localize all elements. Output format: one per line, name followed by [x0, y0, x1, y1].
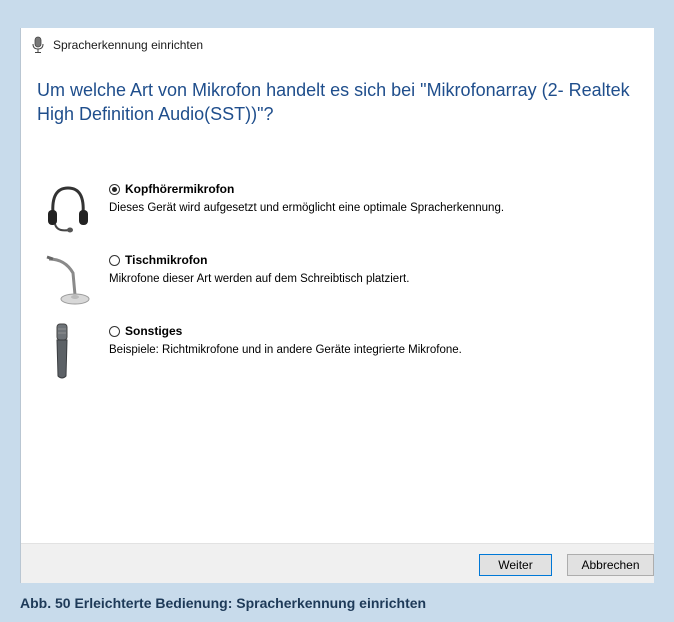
- figure-caption: Abb. 50 Erleichterte Bedienung: Spracher…: [20, 595, 427, 611]
- microphone-icon: [32, 36, 44, 53]
- option-other-label[interactable]: Sonstiges: [109, 324, 182, 338]
- option-other[interactable]: Sonstiges Beispiele: Richtmikrofone und …: [21, 322, 654, 392]
- handheld-microphone-icon: [56, 323, 68, 379]
- radio-other[interactable]: [109, 325, 120, 337]
- window-title: Spracherkennung einrichten: [53, 38, 204, 52]
- option-other-description: Beispiele: Richtmikrofone und in andere …: [109, 344, 462, 356]
- radio-desk-microphone[interactable]: [109, 254, 120, 266]
- desk-microphone-icon: [46, 255, 90, 305]
- question-heading: Um welche Art von Mikrofon handelt es si…: [37, 80, 630, 124]
- radio-headset[interactable]: [109, 183, 120, 195]
- option-headset-description: Dieses Gerät wird aufgesetzt und ermögli…: [109, 202, 505, 214]
- option-headset-label[interactable]: Kopfhörermikrofon: [109, 182, 234, 196]
- option-headset[interactable]: Kopfhörermikrofon Dieses Gerät wird aufg…: [21, 180, 654, 250]
- option-desk-microphone[interactable]: Tischmikrofon Mikrofone dieser Art werde…: [21, 251, 654, 321]
- headset-icon: [48, 186, 88, 233]
- title-bar: Spracherkennung einrichten: [21, 28, 654, 62]
- cancel-button[interactable]: Abbrechen: [567, 554, 654, 576]
- next-button[interactable]: Weiter: [479, 554, 552, 576]
- setup-dialog: Spracherkennung einrichten Um welche Art…: [20, 28, 654, 583]
- option-desk-microphone-description: Mikrofone dieser Art werden auf dem Schr…: [109, 273, 410, 285]
- button-bar: Weiter Abbrechen: [21, 543, 654, 583]
- option-desk-microphone-label[interactable]: Tischmikrofon: [109, 253, 207, 267]
